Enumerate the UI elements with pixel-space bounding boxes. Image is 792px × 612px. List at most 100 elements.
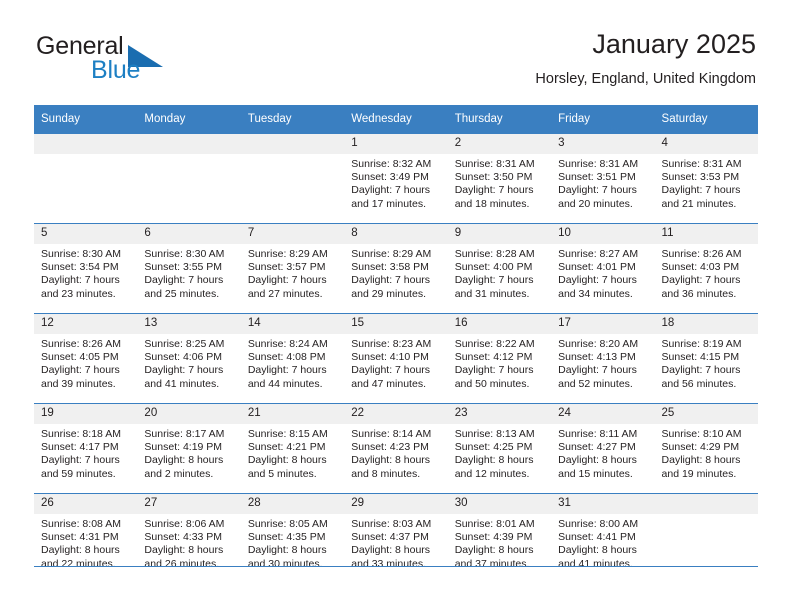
sunrise-text: Sunrise: 8:30 AM [144, 248, 225, 260]
daylight-text-continued: and 23 minutes. [41, 287, 116, 300]
day-details: Sunrise: 8:11 AM Sunset: 4:27 PM Daylight:… [551, 424, 654, 481]
day-details: Sunrise: 8:29 AM Sunset: 3:57 PM Daylight:… [241, 244, 344, 301]
day-number: 23 [447, 404, 552, 424]
calendar-day-cell[interactable]: 14 Sunrise: 8:24 AM Sunset: 4:08 PM Dayligh… [240, 313, 345, 404]
day-details [655, 514, 758, 518]
day-details [241, 154, 344, 158]
daylight-text-continued: and 5 minutes. [247, 467, 317, 480]
calendar-header-row: Sunday Monday Tuesday Wednesday Thursday… [34, 105, 758, 134]
page-subtitle: Horsley, England, United Kingdom [535, 71, 756, 87]
day-details: Sunrise: 8:14 AM Sunset: 4:23 PM Daylight:… [344, 424, 447, 481]
calendar-week-row: 1 Sunrise: 8:32 AM Sunset: 3:49 PM Daylight… [34, 133, 758, 224]
sunset-text: Sunset: 4:08 PM [247, 351, 326, 364]
sunrise-text: Sunrise: 8:00 AM [558, 518, 639, 530]
day-number: 31 [551, 494, 655, 514]
daylight-text: Daylight: 7 hours [661, 364, 741, 377]
day-number: 24 [551, 404, 655, 424]
calendar-day-cell[interactable]: 28 Sunrise: 8:05 AM Sunset: 4:35 PM Dayligh… [240, 493, 345, 583]
daylight-text: Daylight: 8 hours [247, 544, 327, 557]
calendar-week-row: 5 Sunrise: 8:30 AM Sunset: 3:54 PM Daylight… [34, 223, 758, 314]
day-details: Sunrise: 8:24 AM Sunset: 4:08 PM Daylight:… [241, 334, 344, 391]
calendar-day-cell[interactable]: 1 Sunrise: 8:32 AM Sunset: 3:49 PM Daylight… [344, 133, 448, 224]
day-number: 14 [240, 314, 345, 334]
sunrise-text: Sunrise: 8:17 AM [144, 428, 225, 440]
daylight-text: Daylight: 7 hours [661, 274, 741, 287]
calendar-day-cell[interactable]: 17 Sunrise: 8:20 AM Sunset: 4:13 PM Dayligh… [551, 313, 655, 404]
calendar-day-cell[interactable]: 2 Sunrise: 8:31 AM Sunset: 3:50 PM Daylight… [447, 133, 552, 224]
calendar-day-cell[interactable]: 7 Sunrise: 8:29 AM Sunset: 3:57 PM Daylight… [240, 223, 345, 314]
daylight-text: Daylight: 7 hours [144, 274, 224, 287]
sunrise-text: Sunrise: 8:11 AM [558, 428, 638, 440]
calendar-day-cell[interactable]: 19 Sunrise: 8:18 AM Sunset: 4:17 PM Dayligh… [34, 403, 138, 494]
calendar-day-cell[interactable]: 8 Sunrise: 8:29 AM Sunset: 3:58 PM Daylight… [344, 223, 448, 314]
daylight-text-continued: and 34 minutes. [558, 287, 633, 300]
sunset-text: Sunset: 4:29 PM [661, 441, 740, 454]
day-number: 15 [344, 314, 448, 334]
calendar-day-cell[interactable]: 16 Sunrise: 8:22 AM Sunset: 4:12 PM Dayligh… [447, 313, 552, 404]
calendar-day-cell[interactable]: 25 Sunrise: 8:10 AM Sunset: 4:29 PM Dayligh… [654, 403, 758, 494]
calendar-empty-cell [137, 133, 241, 224]
calendar-day-cell[interactable]: 6 Sunrise: 8:30 AM Sunset: 3:55 PM Daylight… [137, 223, 241, 314]
calendar-day-cell[interactable]: 3 Sunrise: 8:31 AM Sunset: 3:51 PM Daylight… [551, 133, 655, 224]
calendar-day-cell[interactable]: 15 Sunrise: 8:23 AM Sunset: 4:10 PM Dayligh… [344, 313, 448, 404]
daylight-text-continued: and 29 minutes. [351, 287, 426, 300]
page-header: General Blue January 2025 Horsley, Engla… [36, 28, 756, 98]
daylight-text: Daylight: 7 hours [454, 364, 534, 377]
day-details: Sunrise: 8:00 AM Sunset: 4:41 PM Daylight:… [551, 514, 654, 571]
calendar-day-cell[interactable]: 12 Sunrise: 8:26 AM Sunset: 4:05 PM Dayligh… [34, 313, 138, 404]
sunrise-text: Sunrise: 8:31 AM [454, 158, 535, 170]
calendar-day-cell[interactable]: 22 Sunrise: 8:14 AM Sunset: 4:23 PM Dayligh… [344, 403, 448, 494]
calendar-day-cell[interactable]: 21 Sunrise: 8:15 AM Sunset: 4:21 PM Dayligh… [240, 403, 345, 494]
calendar-day-cell[interactable]: 10 Sunrise: 8:27 AM Sunset: 4:01 PM Dayligh… [551, 223, 655, 314]
weekday-header-monday: Monday [137, 105, 241, 134]
day-number: 17 [551, 314, 655, 334]
sunset-text: Sunset: 4:41 PM [558, 531, 636, 544]
day-number: 5 [34, 224, 138, 244]
sunset-text: Sunset: 4:12 PM [454, 351, 533, 364]
daylight-text-continued: and 36 minutes. [661, 287, 737, 300]
calendar-day-cell[interactable]: 31 Sunrise: 8:00 AM Sunset: 4:41 PM Dayligh… [551, 493, 655, 583]
day-number [240, 134, 345, 154]
sunset-text: Sunset: 3:55 PM [144, 261, 223, 274]
sunrise-text: Sunrise: 8:06 AM [144, 518, 225, 530]
daylight-text: Daylight: 8 hours [558, 544, 637, 557]
day-number: 10 [551, 224, 655, 244]
sunrise-text: Sunrise: 8:28 AM [454, 248, 535, 260]
daylight-text-continued: and 12 minutes. [454, 467, 530, 480]
calendar-day-cell[interactable]: 20 Sunrise: 8:17 AM Sunset: 4:19 PM Dayligh… [137, 403, 241, 494]
calendar-day-cell[interactable]: 26 Sunrise: 8:08 AM Sunset: 4:31 PM Dayligh… [34, 493, 138, 583]
daylight-text-continued: and 26 minutes. [144, 557, 220, 570]
calendar-day-cell[interactable]: 5 Sunrise: 8:30 AM Sunset: 3:54 PM Daylight… [34, 223, 138, 314]
sunrise-text: Sunrise: 8:31 AM [558, 158, 639, 170]
calendar-day-cell[interactable]: 13 Sunrise: 8:25 AM Sunset: 4:06 PM Dayligh… [137, 313, 241, 404]
day-details [137, 154, 240, 158]
calendar-day-cell[interactable]: 30 Sunrise: 8:01 AM Sunset: 4:39 PM Dayligh… [447, 493, 552, 583]
weekday-header-wednesday: Wednesday [344, 105, 448, 134]
daylight-text-continued: and 15 minutes. [558, 467, 633, 480]
sunset-text: Sunset: 4:05 PM [41, 351, 119, 364]
calendar-day-cell[interactable]: 11 Sunrise: 8:26 AM Sunset: 4:03 PM Dayligh… [654, 223, 758, 314]
daylight-text-continued: and 8 minutes. [351, 467, 421, 480]
general-blue-logo[interactable]: General Blue [36, 32, 246, 90]
calendar-day-cell[interactable]: 24 Sunrise: 8:11 AM Sunset: 4:27 PM Dayligh… [551, 403, 655, 494]
calendar-day-cell[interactable]: 23 Sunrise: 8:13 AM Sunset: 4:25 PM Dayligh… [447, 403, 552, 494]
calendar-day-cell[interactable]: 29 Sunrise: 8:03 AM Sunset: 4:37 PM Dayligh… [344, 493, 448, 583]
day-number: 22 [344, 404, 448, 424]
day-number: 26 [34, 494, 138, 514]
daylight-text-continued: and 41 minutes. [558, 557, 633, 570]
day-details: Sunrise: 8:23 AM Sunset: 4:10 PM Daylight:… [344, 334, 447, 391]
day-details: Sunrise: 8:26 AM Sunset: 4:05 PM Daylight:… [34, 334, 137, 391]
daylight-text: Daylight: 8 hours [247, 454, 327, 467]
calendar-day-cell[interactable]: 9 Sunrise: 8:28 AM Sunset: 4:00 PM Daylight… [447, 223, 552, 314]
calendar-day-cell[interactable]: 18 Sunrise: 8:19 AM Sunset: 4:15 PM Dayligh… [654, 313, 758, 404]
daylight-text-continued: and 27 minutes. [247, 287, 323, 300]
day-details: Sunrise: 8:13 AM Sunset: 4:25 PM Daylight:… [448, 424, 551, 481]
sunrise-text: Sunrise: 8:29 AM [351, 248, 432, 260]
day-number: 27 [137, 494, 241, 514]
daylight-text: Daylight: 8 hours [661, 454, 741, 467]
calendar-day-cell[interactable]: 27 Sunrise: 8:06 AM Sunset: 4:33 PM Dayligh… [137, 493, 241, 583]
daylight-text-continued: and 56 minutes. [661, 377, 737, 390]
day-details: Sunrise: 8:01 AM Sunset: 4:39 PM Daylight:… [448, 514, 551, 571]
calendar-day-cell[interactable]: 4 Sunrise: 8:31 AM Sunset: 3:53 PM Daylight… [654, 133, 758, 224]
page-title: January 2025 [592, 29, 756, 59]
